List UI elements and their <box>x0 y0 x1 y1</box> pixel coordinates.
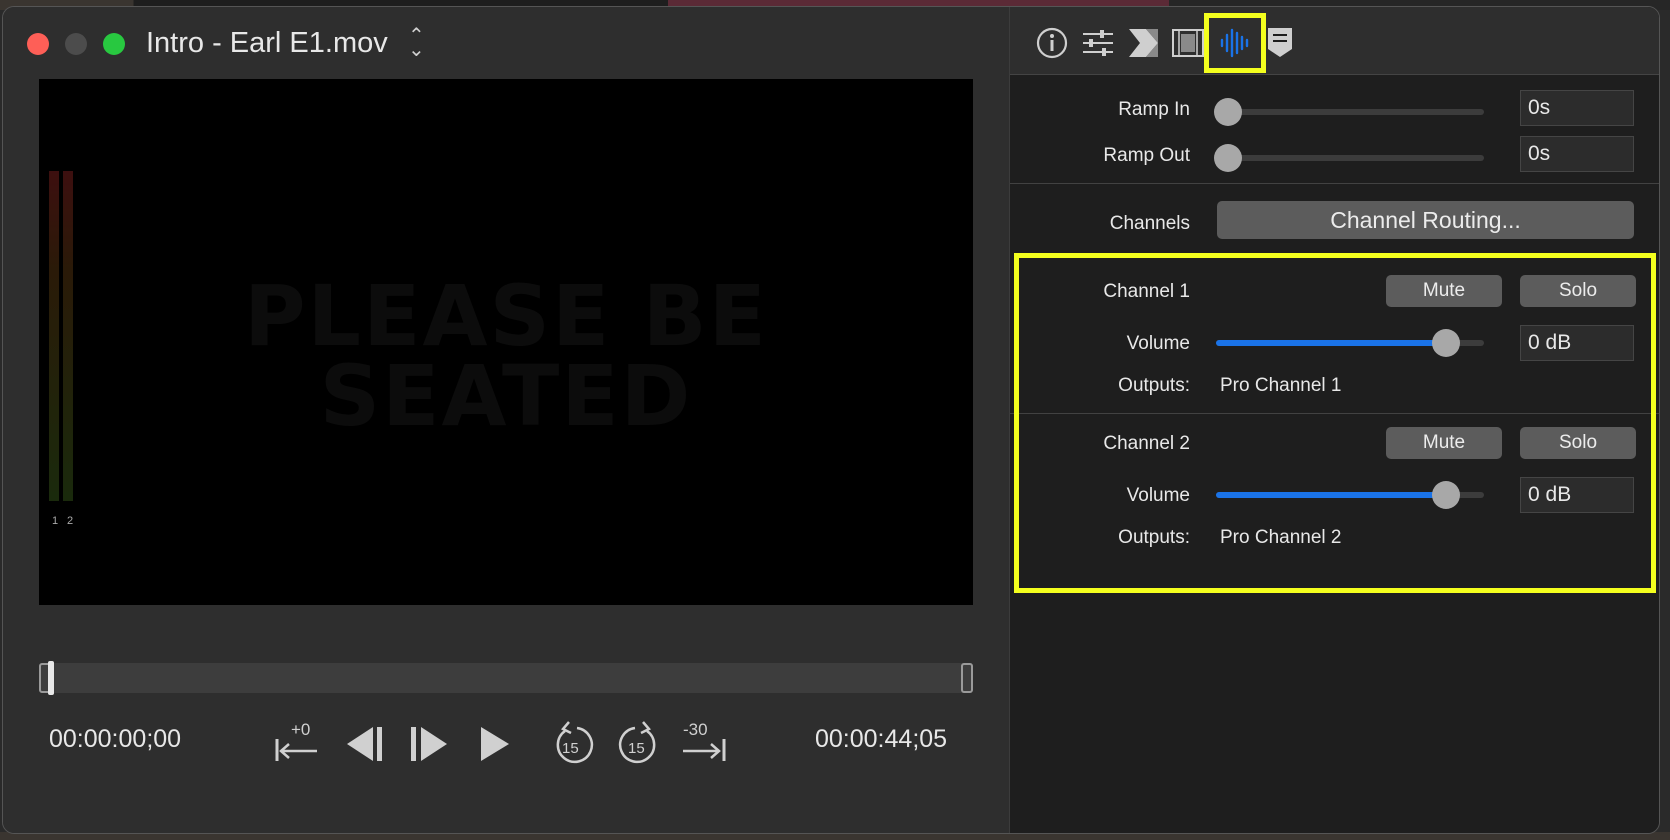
forward-15-button[interactable]: 15 <box>613 717 665 767</box>
film-icon <box>1172 29 1204 57</box>
channels-label: Channels <box>1109 213 1190 234</box>
tab-markers[interactable] <box>1262 25 1298 61</box>
tab-info[interactable] <box>1034 25 1070 61</box>
window-title[interactable]: Intro - Earl E1.mov <box>146 27 388 60</box>
svg-text:15: 15 <box>628 740 645 757</box>
tab-video[interactable] <box>1170 25 1206 61</box>
video-frame-text: SEATED <box>319 347 693 445</box>
next-frame-icon <box>411 727 447 761</box>
ramp-in-slider[interactable] <box>1214 98 1484 126</box>
rewind-15-button[interactable]: 15 <box>547 717 599 767</box>
play-button[interactable] <box>467 717 519 767</box>
tab-adjustments[interactable] <box>1080 25 1116 61</box>
set-in-point-button[interactable]: +0 <box>273 717 325 767</box>
previous-frame-icon <box>347 727 382 761</box>
previous-frame-button[interactable] <box>339 717 391 767</box>
ramp-out-label: Ramp Out <box>1103 145 1190 166</box>
svg-text:+0: +0 <box>291 720 310 739</box>
zoom-button[interactable] <box>103 33 125 55</box>
viewer-pane: Intro - Earl E1.mov ⌃ ⌄ 1 2 PLEASE BE SEA… <box>3 7 1008 833</box>
inspector-tab-bar <box>1010 7 1659 75</box>
chevron-up-down-icon[interactable]: ⌃ ⌄ <box>408 26 425 60</box>
ramp-out-field[interactable]: 0s <box>1520 136 1634 172</box>
playhead[interactable] <box>48 661 54 695</box>
marker-icon <box>1268 28 1292 57</box>
channels-section-highlight <box>1014 253 1656 593</box>
adjustments-icon <box>1083 30 1113 56</box>
rewind-15-icon: 15 <box>556 721 594 764</box>
active-tab-highlight <box>1204 13 1266 73</box>
svg-text:-30: -30 <box>683 720 708 739</box>
forward-15-icon: 15 <box>618 721 656 764</box>
divider <box>1010 183 1659 184</box>
video-preview: 1 2 PLEASE BE SEATED <box>39 79 973 605</box>
end-time: 00:00:44;05 <box>815 725 948 753</box>
info-icon <box>1036 27 1068 59</box>
transition-icon <box>1129 29 1158 57</box>
tab-transitions[interactable] <box>1126 25 1162 61</box>
play-icon <box>481 727 509 761</box>
ramp-out-slider[interactable] <box>1214 144 1484 172</box>
timeline-scrubber[interactable] <box>39 661 973 695</box>
channel-routing-button[interactable]: Channel Routing... <box>1217 201 1634 239</box>
ramp-in-knob[interactable] <box>1214 98 1242 126</box>
set-out-point-icon: -30 <box>683 720 726 761</box>
next-frame-button[interactable] <box>403 717 455 767</box>
set-out-point-button[interactable]: -30 <box>679 717 731 767</box>
inspector-window: Intro - Earl E1.mov ⌃ ⌄ 1 2 PLEASE BE SEA… <box>2 6 1660 834</box>
inspector-pane: Ramp In 0s Ramp Out 0s Channels Channel … <box>1009 7 1659 833</box>
ramp-in-label: Ramp In <box>1118 99 1190 120</box>
ramp-out-knob[interactable] <box>1214 144 1242 172</box>
meter-label: 1 <box>52 515 59 527</box>
ramp-in-field[interactable]: 0s <box>1520 90 1634 126</box>
set-in-point-icon: +0 <box>275 720 317 761</box>
minimize-button[interactable] <box>65 33 87 55</box>
svg-text:15: 15 <box>562 740 579 757</box>
close-button[interactable] <box>27 33 49 55</box>
meter-label: 2 <box>67 515 74 527</box>
current-time: 00:00:00;00 <box>49 725 182 753</box>
trim-end-handle[interactable] <box>961 663 973 693</box>
